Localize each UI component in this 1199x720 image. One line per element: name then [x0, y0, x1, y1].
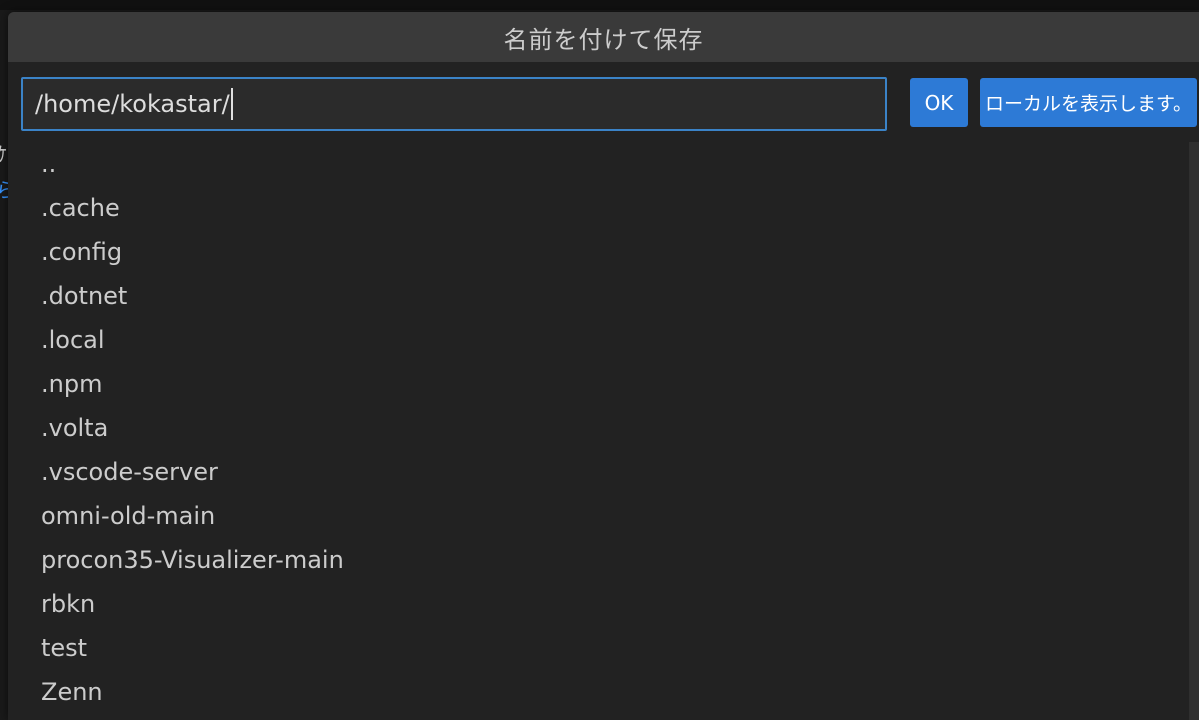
path-input[interactable]: /home/kokastar/ [21, 77, 887, 131]
dialog-title: 名前を付けて保存 [503, 25, 704, 54]
list-item-config[interactable]: .config [8, 230, 1183, 274]
list-item-rbkn[interactable]: rbkn [8, 582, 1183, 626]
list-item-volta[interactable]: .volta [8, 406, 1183, 450]
save-as-dialog: 名前を付けて保存 /home/kokastar/ OK ローカルを表示します。 … [8, 12, 1199, 720]
ok-button[interactable]: OK [910, 78, 968, 127]
list-item-omni-old-main[interactable]: omni-old-main [8, 494, 1183, 538]
list-item-dotnet[interactable]: .dotnet [8, 274, 1183, 318]
dialog-titlebar: 名前を付けて保存 [8, 12, 1199, 62]
editor-top-strip [0, 0, 1199, 10]
list-item-local[interactable]: .local [8, 318, 1183, 362]
list-item-cache[interactable]: .cache [8, 186, 1183, 230]
list-item-test[interactable]: test [8, 626, 1183, 670]
list-item-zenn[interactable]: Zenn [8, 670, 1183, 714]
list-item-vscode-server[interactable]: .vscode-server [8, 450, 1183, 494]
path-input-value[interactable]: /home/kokastar/ [35, 90, 230, 118]
file-list: .. .cache .config .dotnet .local .npm .v… [8, 142, 1183, 720]
background-editor-glyph: ｹ [0, 142, 7, 166]
list-item-parent[interactable]: .. [8, 142, 1183, 186]
show-local-button[interactable]: ローカルを表示します。 [980, 78, 1197, 127]
list-scrollbar[interactable] [1189, 142, 1199, 720]
text-caret [230, 88, 233, 120]
list-item-npm[interactable]: .npm [8, 362, 1183, 406]
list-item-procon35-visualizer-main[interactable]: procon35-Visualizer-main [8, 538, 1183, 582]
